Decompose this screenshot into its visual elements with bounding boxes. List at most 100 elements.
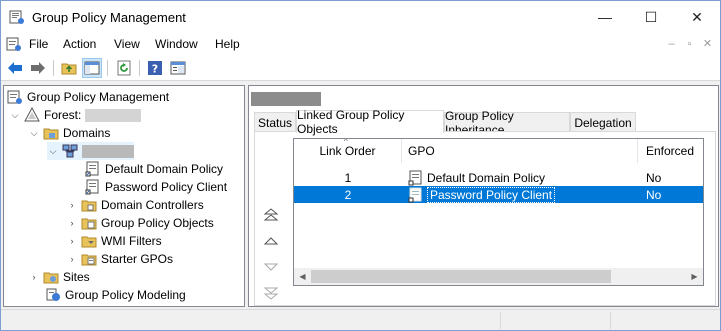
expand-icon[interactable]: › [66, 253, 78, 265]
gpo-link-icon [85, 161, 101, 177]
collapse-icon[interactable]: ⌵ [9, 109, 21, 121]
redacted-forest-name [85, 108, 142, 122]
collapse-icon[interactable]: ⌵ [28, 127, 40, 139]
tab-status[interactable]: Status [254, 112, 296, 132]
forest-icon [24, 106, 40, 123]
tree-item-domain-controllers[interactable]: › Domain Controllers [66, 196, 204, 214]
table-row-selected[interactable]: 2 Password Policy Client No [294, 186, 703, 203]
mdi-close-button[interactable]: ✕ [699, 35, 716, 52]
tree-item-forest[interactable]: ⌵ Forest: [9, 106, 142, 124]
properties-icon[interactable] [168, 58, 188, 78]
tree-item-domains[interactable]: ⌵ Domains [28, 124, 111, 142]
toolbar: ? [1, 55, 720, 81]
svg-text:?: ? [152, 63, 158, 76]
window-title: Group Policy Management [32, 10, 186, 25]
system-menu-icon[interactable] [6, 36, 22, 52]
tree-label: WMI Filters [101, 234, 162, 248]
menu-bar: File Action View Window Help – ▫ ✕ [1, 33, 720, 55]
toolbar-separator [139, 60, 140, 76]
gpmc-app-icon [9, 9, 25, 25]
show-hide-tree-icon[interactable] [82, 58, 102, 78]
modeling-icon [45, 287, 61, 303]
tree-label: Domain Controllers [101, 198, 204, 212]
forward-icon[interactable] [28, 58, 48, 78]
ou-folder-icon [81, 197, 97, 213]
linked-gpo-list: Link Order GPO Enforced ^ 1 Default Doma… [293, 138, 704, 286]
move-up-icon[interactable] [262, 233, 280, 249]
tree-label: Sites [63, 270, 90, 284]
linked-gpos-panel: Link Order GPO Enforced ^ 1 Default Doma… [254, 131, 716, 306]
tab-delegation[interactable]: Delegation [570, 112, 636, 132]
tree-item-default-domain-policy[interactable]: Default Domain Policy [85, 160, 223, 178]
tree-item-sites[interactable]: › Sites [28, 268, 90, 286]
expand-icon[interactable]: › [28, 271, 40, 283]
tab-group-policy-inheritance[interactable]: Group Policy Inheritance [444, 109, 570, 137]
move-down-icon[interactable] [262, 259, 280, 275]
gpo-folder-icon [81, 215, 97, 231]
back-icon[interactable] [5, 58, 25, 78]
expand-icon[interactable]: › [66, 199, 78, 211]
horizontal-scrollbar[interactable]: ◀ ▶ [294, 268, 703, 285]
toolbar-separator [107, 60, 108, 76]
close-button[interactable]: ✕ [674, 1, 720, 33]
status-segment [610, 312, 720, 329]
tree-label: Forest: [44, 108, 82, 122]
wmi-folder-icon [81, 233, 97, 249]
tree-label: Starter GPOs [101, 252, 174, 266]
gpmc-icon [7, 89, 23, 105]
mdi-restore-button[interactable]: ▫ [681, 35, 698, 52]
tree-label: Group Policy Modeling [65, 288, 186, 302]
scroll-left-icon[interactable]: ◀ [294, 268, 311, 285]
collapse-icon[interactable]: ⌵ [47, 145, 59, 157]
tree-item-group-policy-objects[interactable]: › Group Policy Objects [66, 214, 214, 232]
tree-label: Group Policy Objects [101, 216, 214, 230]
menu-help[interactable]: Help [215, 37, 240, 51]
tree-label: Default Domain Policy [105, 162, 224, 176]
expand-icon[interactable]: › [66, 217, 78, 229]
starter-gpo-folder-icon [81, 251, 97, 267]
domains-folder-icon [43, 125, 59, 141]
tree-item-password-policy-client[interactable]: Password Policy Client [85, 178, 227, 196]
redacted-domain-name [82, 144, 134, 158]
cell-enforced: No [646, 187, 662, 202]
up-folder-icon[interactable] [59, 58, 79, 78]
tree-label: Group Policy Management [27, 90, 170, 104]
tree-label: Password Policy Client [105, 180, 228, 194]
move-to-bottom-icon[interactable] [262, 285, 280, 301]
help-icon[interactable]: ? [145, 58, 165, 78]
refresh-icon[interactable] [114, 58, 134, 78]
title-bar: Group Policy Management — ☐ ✕ [1, 1, 720, 33]
tree-item-wmi-filters[interactable]: › WMI Filters [66, 232, 162, 250]
toolbar-separator [53, 60, 54, 76]
status-segment [500, 312, 610, 329]
table-row[interactable]: 1 Default Domain Policy No [294, 169, 703, 186]
tree-item-group-policy-modeling[interactable]: Group Policy Modeling [45, 286, 186, 304]
cell-gpo: Password Policy Client [408, 186, 556, 203]
list-header: Link Order GPO Enforced ^ [294, 138, 703, 163]
menu-view[interactable]: View [114, 37, 140, 51]
expand-icon[interactable]: › [66, 235, 78, 247]
tab-linked-gpos[interactable]: Linked Group Policy Objects [296, 108, 444, 136]
menu-window[interactable]: Window [155, 37, 198, 51]
tree-item-root[interactable]: Group Policy Management [7, 88, 169, 106]
maximize-button[interactable]: ☐ [628, 1, 674, 33]
menu-file[interactable]: File [29, 37, 48, 51]
column-enforced[interactable]: Enforced [638, 139, 703, 163]
sort-ascending-icon: ^ [344, 138, 348, 146]
scroll-right-icon[interactable]: ▶ [686, 268, 703, 285]
move-to-top-icon[interactable] [262, 207, 280, 223]
menu-action[interactable]: Action [63, 37, 96, 51]
scroll-thumb[interactable] [311, 270, 611, 283]
tree-item-domain[interactable]: ⌵ [47, 142, 134, 160]
gpo-link-icon [85, 179, 101, 195]
status-bar [1, 309, 720, 330]
mdi-minimize-button[interactable]: – [663, 35, 680, 52]
column-gpo[interactable]: GPO [402, 139, 638, 163]
tree-item-starter-gpos[interactable]: › Starter GPOs [66, 250, 174, 268]
cell-link-order: 1 [344, 170, 352, 185]
gpmc-window: Group Policy Management — ☐ ✕ File Actio… [0, 0, 721, 331]
sites-folder-icon [43, 269, 59, 285]
minimize-button[interactable]: — [582, 1, 628, 33]
details-pane: Status Linked Group Policy Objects Group… [248, 85, 719, 307]
column-link-order[interactable]: Link Order [294, 139, 402, 163]
